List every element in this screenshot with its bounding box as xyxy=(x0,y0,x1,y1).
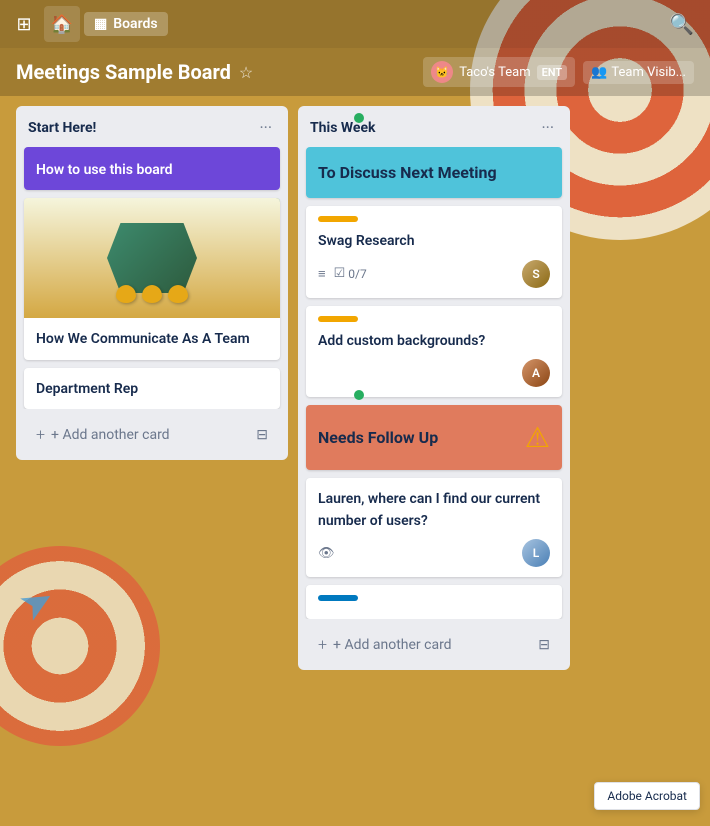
list-this-week-title: This Week xyxy=(310,120,376,136)
card-nuggets xyxy=(116,285,188,303)
checklist-count: 0/7 xyxy=(348,267,366,281)
green-dot-2 xyxy=(354,390,364,400)
nugget-1 xyxy=(116,285,136,303)
card-needs-follow-up-title: Needs Follow Up xyxy=(318,428,515,447)
list-start-here-header: Start Here! ··· xyxy=(16,106,288,147)
card-image-area xyxy=(24,198,280,318)
card-bg-meta: A xyxy=(318,359,550,387)
card-lauren-body: Lauren, where can I find our current num… xyxy=(306,478,562,577)
avatar-initial: A xyxy=(532,366,540,380)
green-dot-1 xyxy=(354,113,364,123)
add-card-start-here[interactable]: + + Add another card ⊟ xyxy=(24,417,280,452)
eye-icon: 👁 xyxy=(318,546,335,561)
board-team-button[interactable]: 🐱 Taco's Team ENT xyxy=(423,57,575,87)
card-swag-meta: ≡ ☑ 0/7 S xyxy=(318,260,550,288)
card-how-we-communicate-title: How We Communicate As A Team xyxy=(36,331,250,347)
search-button[interactable]: 🔍 xyxy=(661,8,702,40)
boards-icon: ▦ xyxy=(94,16,107,32)
visibility-label: Team Visib... xyxy=(611,65,686,80)
grid-icon: ⊞ xyxy=(16,14,31,35)
board-title[interactable]: Meetings Sample Board xyxy=(16,60,231,84)
card-lauren-question[interactable]: Lauren, where can I find our current num… xyxy=(306,478,562,577)
card-blue-label[interactable] xyxy=(306,585,562,619)
card-blue-label-body xyxy=(306,585,562,619)
card-blue-lbl xyxy=(318,595,358,601)
card-to-discuss-title: To Discuss Next Meeting xyxy=(318,163,497,182)
card-custom-backgrounds-title: Add custom backgrounds? xyxy=(318,333,485,349)
card-swag-research-body: Swag Research ≡ ☑ 0/7 S xyxy=(306,206,562,298)
app-switcher-button[interactable]: ⊞ xyxy=(8,8,40,40)
card-lauren-meta: 👁 L xyxy=(318,539,550,567)
nugget-3 xyxy=(168,285,188,303)
list-start-here-cards: How to use this board How We Communicate… xyxy=(16,147,288,409)
list-start-here: Start Here! ··· How to use this board xyxy=(16,106,288,460)
list-this-week-header: This Week ··· xyxy=(298,106,570,147)
visibility-icon: 👥 xyxy=(591,65,607,80)
add-card-this-week[interactable]: + + Add another card ⊟ xyxy=(306,627,562,662)
add-card-plus-icon: + xyxy=(36,425,45,444)
home-button[interactable]: 🏠 xyxy=(44,6,80,42)
card-swag-research[interactable]: Swag Research ≡ ☑ 0/7 S xyxy=(306,206,562,298)
card-swag-title: Swag Research xyxy=(318,233,415,249)
home-icon: 🏠 xyxy=(51,14,73,35)
avatar-initial: S xyxy=(532,267,539,281)
checklist-icon: ☑ 0/7 xyxy=(334,266,367,281)
tooltip-text: Adobe Acrobat xyxy=(607,789,687,803)
board-content: Start Here! ··· How to use this board xyxy=(0,96,710,826)
add-card-label: + Add another card xyxy=(51,427,170,443)
description-icon: ≡ xyxy=(318,266,326,282)
add-card-plus-icon-2: + xyxy=(318,635,327,654)
boards-label: Boards xyxy=(113,16,157,32)
card-template-icon-2[interactable]: ⊟ xyxy=(538,637,550,653)
list-this-week-cards: To Discuss Next Meeting Swag Research ≡ … xyxy=(298,147,570,619)
card-custom-backgrounds[interactable]: Add custom backgrounds? A xyxy=(306,306,562,398)
card-department-rep-body: Department Rep xyxy=(24,368,280,410)
card-how-to-use[interactable]: How to use this board xyxy=(24,147,280,190)
topbar: ⊞ 🏠 ▦ Boards 🔍 xyxy=(0,0,710,48)
card-custom-backgrounds-body: Add custom backgrounds? A xyxy=(306,306,562,398)
board-header: Meetings Sample Board ☆ 🐱 Taco's Team EN… xyxy=(0,48,710,96)
ent-badge: ENT xyxy=(537,65,568,80)
list-start-here-title: Start Here! xyxy=(28,120,96,136)
card-template-icon[interactable]: ⊟ xyxy=(256,427,268,443)
card-how-we-communicate-body: How We Communicate As A Team xyxy=(24,318,280,360)
card-how-to-use-title: How to use this board xyxy=(36,162,173,178)
card-needs-follow-up[interactable]: Needs Follow Up ⚠ xyxy=(306,405,562,470)
card-bg-avatar: A xyxy=(522,359,550,387)
card-shape xyxy=(107,223,197,293)
adobe-acrobat-tooltip: Adobe Acrobat xyxy=(594,782,700,810)
list-this-week-menu[interactable]: ··· xyxy=(537,116,558,139)
team-name-label: Taco's Team xyxy=(459,65,530,80)
board-star-button[interactable]: ☆ xyxy=(239,63,253,82)
avatar-initial: L xyxy=(533,546,540,560)
card-department-rep[interactable]: Department Rep xyxy=(24,368,280,410)
checklist-check: ☑ xyxy=(334,266,346,281)
card-swag-avatar: S xyxy=(522,260,550,288)
card-lauren-title: Lauren, where can I find our current num… xyxy=(318,491,540,529)
nugget-2 xyxy=(142,285,162,303)
card-swag-label xyxy=(318,216,358,222)
team-avatar: 🐱 xyxy=(431,61,453,83)
card-how-we-communicate[interactable]: How We Communicate As A Team xyxy=(24,198,280,360)
list-start-here-menu[interactable]: ··· xyxy=(255,116,276,139)
card-department-rep-title: Department Rep xyxy=(36,381,138,397)
card-lauren-avatar: L xyxy=(522,539,550,567)
boards-button[interactable]: ▦ Boards xyxy=(84,12,168,36)
warning-icon: ⚠ xyxy=(525,421,550,454)
card-to-discuss[interactable]: To Discuss Next Meeting xyxy=(306,147,562,198)
search-icon: 🔍 xyxy=(669,12,694,36)
card-bg-label xyxy=(318,316,358,322)
board-visibility-button[interactable]: 👥 Team Visib... xyxy=(583,61,694,84)
list-this-week: This Week ··· To Discuss Next Meeting Sw… xyxy=(298,106,570,670)
add-card-label-2: + Add another card xyxy=(333,637,452,653)
